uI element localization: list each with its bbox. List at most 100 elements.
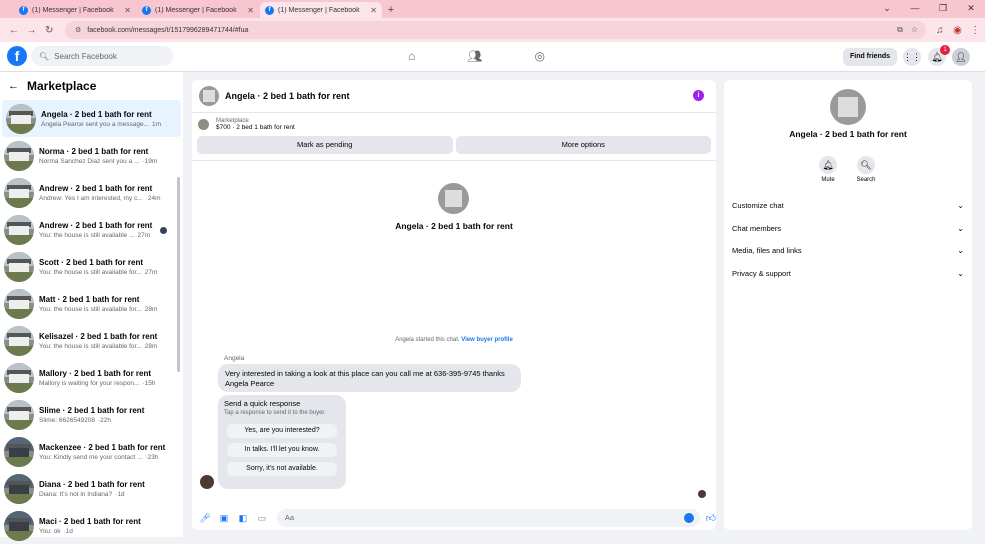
conversation-preview: You: ok ·1d [39, 527, 73, 535]
conversation-item[interactable]: Andrew · 2 bed 1 bath for rent Andrew: Ye… [0, 174, 183, 211]
back-arrow-icon[interactable]: ← [8, 80, 19, 92]
minimize-icon[interactable]: — [901, 0, 929, 18]
emoji-icon[interactable] [683, 512, 694, 523]
browser-tab[interactable]: f (1) Messenger | Facebook ✕ [14, 2, 136, 18]
photo-icon[interactable]: ▣ [218, 512, 230, 524]
menu-grid-icon[interactable]: ⋮⋮ [903, 48, 921, 66]
media-controls-icon[interactable]: ♫ [932, 25, 948, 36]
conversation-title: Maci · 2 bed 1 bath for rent [39, 516, 141, 526]
chevron-down-icon: ⌄ [957, 269, 964, 278]
conversation-item[interactable]: Mallory · 2 bed 1 bath for rent Mallory i… [0, 359, 183, 396]
conversation-item[interactable]: Matt · 2 bed 1 bath for rent You: the hou… [0, 285, 183, 322]
conversation-item[interactable]: Diana · 2 bed 1 bath for rent Diana: It's… [0, 470, 183, 507]
microphone-icon[interactable]: 🎤︎ [199, 512, 211, 524]
mute-button[interactable]: 🔔︎ Mute [808, 156, 848, 183]
customize-chat-row[interactable]: Customize chat ⌄ [732, 201, 964, 210]
forward-icon[interactable]: → [24, 25, 40, 36]
close-tab-icon[interactable]: ✕ [370, 6, 377, 15]
message-input[interactable]: Aa [276, 508, 700, 527]
quick-response-subtitle: Tap a response to send it to the buyer. [224, 410, 326, 416]
restore-icon[interactable]: ❐ [929, 0, 957, 18]
conversation-preview: Angela Pearce sent you a message... 1m [41, 120, 162, 128]
quick-response-option[interactable]: In talks. I'll let you know. [227, 443, 337, 457]
conversation-item[interactable]: Kelisazel · 2 bed 1 bath for rent You: th… [0, 322, 183, 359]
conversation-preview: Mallory is waiting for your respon... ·15… [39, 379, 156, 387]
conversation-item[interactable]: Andrew · 2 bed 1 bath for rent You: the h… [0, 211, 183, 248]
listing-thumbnail [4, 362, 34, 393]
view-buyer-profile-link[interactable]: View buyer profile [461, 337, 513, 343]
listing-thumbnail[interactable] [198, 119, 209, 130]
conversation-preview: Andrew: Yes I am interested, my c... ·24m [39, 194, 161, 202]
reload-icon[interactable]: ↻ [41, 25, 57, 36]
conversation-time: 27m [144, 268, 158, 276]
chat-members-row[interactable]: Chat members ⌄ [732, 224, 964, 233]
media-files-links-row[interactable]: Media, files and links ⌄ [732, 246, 964, 255]
chevron-down-icon: ⌄ [957, 201, 964, 210]
details-avatar[interactable] [830, 89, 866, 125]
seen-avatar [160, 227, 167, 234]
listing-thumbnail [4, 177, 34, 208]
profile-icon[interactable]: ◉ [950, 25, 966, 36]
browser-tab-active[interactable]: f (1) Messenger | Facebook ✕ [260, 2, 382, 18]
conversation-preview: You: the house is still available for...… [39, 342, 158, 350]
conversation-item[interactable]: Mackenzee · 2 bed 1 bath for rent You: Ki… [0, 433, 183, 470]
search-button[interactable]: 🔍︎ Search [846, 156, 886, 183]
quick-response-title: Send a quick response [224, 399, 301, 408]
browser-tab-bar: f (1) Messenger | Facebook ✕ f (1) Messenge… [0, 0, 985, 18]
conversation-time: ·23h [145, 453, 159, 461]
site-info-icon[interactable]: ⚙ [75, 26, 81, 34]
gif-icon[interactable]: ▭ [256, 512, 268, 524]
new-tab-icon[interactable]: + [383, 2, 399, 18]
conversation-item[interactable]: Angela · 2 bed 1 bath for rent Angela Pea… [2, 100, 181, 137]
install-app-icon[interactable]: ⧉ [897, 25, 903, 35]
browser-tab[interactable]: f (1) Messenger | Facebook ✕ [137, 2, 259, 18]
conversation-item[interactable]: Norma · 2 bed 1 bath for rent Norma Sanch… [0, 137, 183, 174]
close-window-icon[interactable]: ✕ [957, 0, 985, 18]
seen-indicator-avatar [698, 490, 706, 498]
sidebar-scrollbar[interactable] [177, 177, 180, 372]
groups-icon[interactable]: ◎ [534, 49, 544, 63]
home-icon[interactable]: ⌂ [408, 49, 415, 63]
search-input[interactable]: 🔍︎ Search Facebook [31, 46, 173, 66]
listing-price-title[interactable]: $700 · 2 bed 1 bath for rent [216, 124, 295, 131]
conversation-item[interactable]: Scott · 2 bed 1 bath for rent You: the ho… [0, 248, 183, 285]
buyer-name: Angela · 2 bed 1 bath for rent [395, 221, 513, 231]
menu-dots-icon[interactable]: ⋮ [967, 25, 983, 36]
tab-search-icon[interactable]: ⌄ [873, 0, 901, 18]
quick-response-option[interactable]: Sorry, it's not available. [227, 462, 337, 476]
info-icon[interactable]: i [693, 90, 704, 101]
privacy-support-row[interactable]: Privacy & support ⌄ [732, 269, 964, 278]
conversation-time: ·19m [142, 157, 158, 165]
facebook-logo[interactable]: f [7, 46, 27, 66]
sender-avatar [200, 475, 214, 489]
buyer-avatar[interactable] [438, 183, 469, 214]
conversation-time: 27m [137, 231, 151, 239]
conversation-preview: You: Kindly send me your contact ... ·23h [39, 453, 159, 461]
listing-thumbnail [4, 399, 34, 430]
conversation-item[interactable]: Maci · 2 bed 1 bath for rent You: ok ·1d [0, 507, 183, 544]
back-icon[interactable]: ← [6, 25, 22, 36]
chat-title[interactable]: Angela · 2 bed 1 bath for rent [225, 91, 350, 101]
close-tab-icon[interactable]: ✕ [124, 6, 131, 15]
url-field[interactable]: ⚙ facebook.com/messages/t/15179962894717… [64, 21, 927, 39]
listing-thumbnail [4, 251, 34, 282]
find-friends-button[interactable]: Find friends [843, 48, 897, 66]
thumbs-up-icon[interactable]: 👍︎ [706, 512, 716, 524]
friends-icon[interactable]: 👥︎ [467, 49, 482, 63]
composer-bar: 🎤︎ ▣ ◧ ▭ Aa 👍︎ [192, 505, 716, 530]
more-options-button[interactable]: More options [455, 136, 711, 154]
notification-badge: 1 [940, 45, 950, 55]
sticker-icon[interactable]: ◧ [237, 512, 249, 524]
bookmark-star-icon[interactable]: ☆ [911, 25, 918, 35]
chevron-down-icon: ⌄ [957, 224, 964, 233]
mark-as-pending-button[interactable]: Mark as pending [197, 136, 453, 154]
quick-response-option[interactable]: Yes, are you interested? [227, 424, 337, 438]
chat-started-note: Angela started this chat. View buyer pro… [395, 337, 513, 343]
account-avatar[interactable]: 👤︎ [952, 48, 970, 66]
conversation-time: 1m [152, 120, 162, 128]
chat-avatar[interactable] [199, 86, 219, 106]
close-tab-icon[interactable]: ✕ [247, 6, 254, 15]
listing-thumbnail [4, 214, 34, 245]
conversation-item[interactable]: Slime · 2 bed 1 bath for rent Slime: 6626… [0, 396, 183, 433]
divider [192, 160, 716, 161]
